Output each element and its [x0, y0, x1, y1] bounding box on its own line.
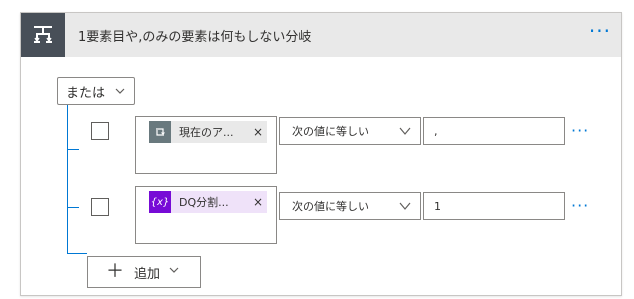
row-more-options-icon[interactable]: ··· [571, 121, 589, 140]
condition-card: 1要素目や,のみの要素は何もしない分岐 ··· または 現在のア... × 次の… [20, 12, 622, 296]
chevron-down-icon [398, 125, 412, 140]
group-operator-dropdown[interactable]: または [57, 77, 135, 105]
condition-body: または 現在のア... × 次の値に等しい , ··· {x} DQ分割... … [21, 57, 621, 295]
token-label: DQ分割... [179, 196, 229, 209]
condition-left-operand[interactable]: 現在のア... × [135, 116, 277, 174]
card-header[interactable]: 1要素目や,のみの要素は何もしない分岐 ··· [21, 13, 621, 57]
token-label: 現在のア... [179, 126, 234, 139]
chevron-down-icon [114, 85, 126, 101]
row-checkbox[interactable] [91, 198, 109, 216]
more-options-icon[interactable]: ··· [589, 21, 611, 41]
chevron-down-icon [398, 200, 412, 215]
condition-value-input[interactable]: , [423, 117, 565, 145]
tree-connector-branch [67, 149, 79, 150]
chevron-down-icon [168, 264, 180, 280]
condition-left-operand[interactable]: {x} DQ分割... × [135, 186, 277, 244]
loop-icon [149, 121, 171, 143]
tree-connector-branch [67, 253, 87, 254]
tree-connector-line [67, 105, 68, 254]
dynamic-content-token[interactable]: {x} DQ分割... × [149, 191, 267, 213]
add-button[interactable]: ＋ 追加 [87, 256, 201, 288]
variable-icon: {x} [149, 191, 171, 213]
card-title: 1要素目や,のみの要素は何もしない分岐 [78, 30, 312, 45]
operator-value: 次の値に等しい [292, 200, 369, 213]
add-button-label: 追加 [134, 266, 161, 282]
condition-operator-dropdown[interactable]: 次の値に等しい [279, 117, 421, 145]
condition-branch-icon [21, 13, 65, 57]
remove-token-icon[interactable]: × [251, 125, 265, 139]
tree-connector-branch [67, 207, 79, 208]
operator-value: 次の値に等しい [292, 125, 369, 138]
dynamic-content-token[interactable]: 現在のア... × [149, 121, 267, 143]
row-more-options-icon[interactable]: ··· [571, 196, 589, 215]
remove-token-icon[interactable]: × [251, 195, 265, 209]
row-checkbox[interactable] [91, 122, 109, 140]
condition-operator-dropdown[interactable]: 次の値に等しい [279, 192, 421, 220]
plus-icon: ＋ [106, 261, 124, 282]
condition-value-input[interactable]: 1 [423, 192, 565, 220]
group-operator-value: または [66, 85, 106, 101]
